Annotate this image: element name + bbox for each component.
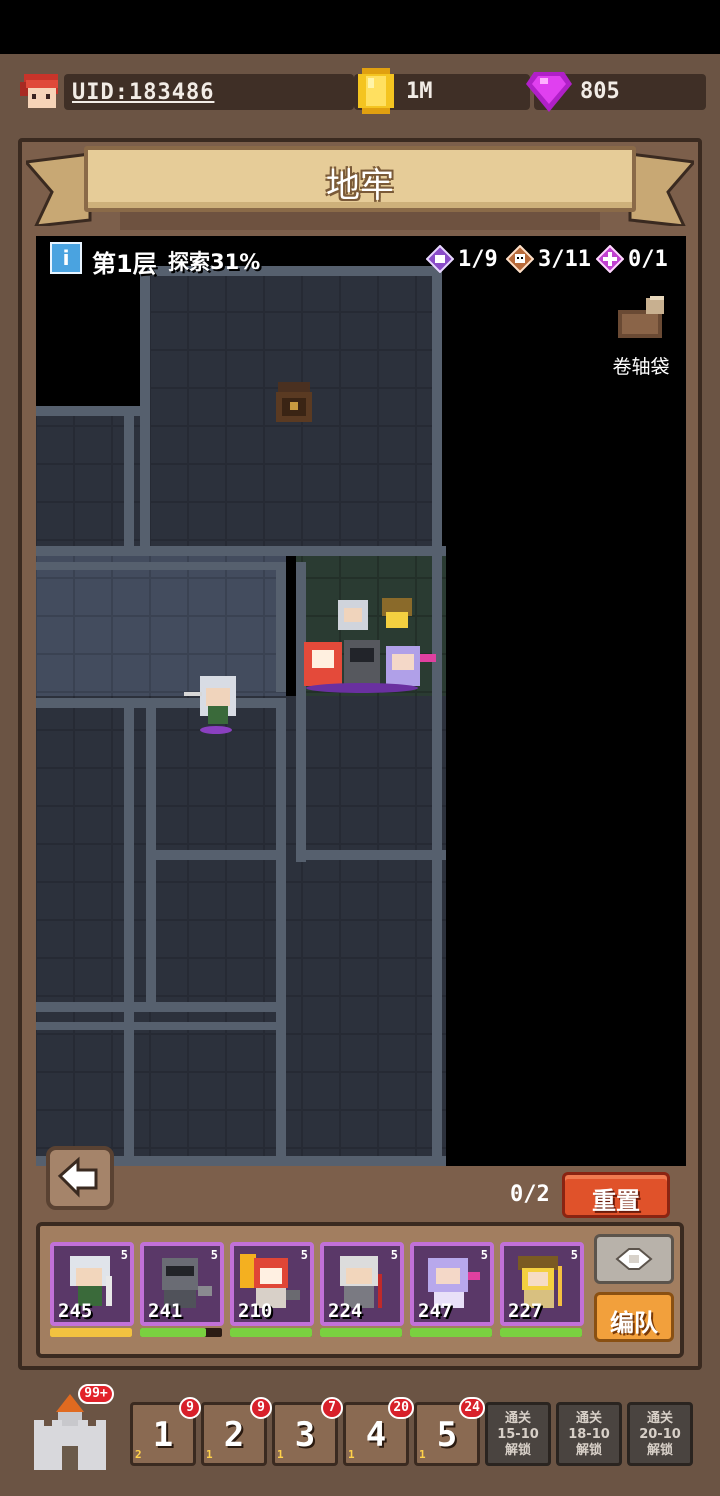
portal-counter-value: 0/1 — [628, 246, 668, 272]
hero-card-6[interactable]: 5 227 — [500, 1242, 584, 1326]
skull-counter-icon — [506, 245, 534, 273]
locked-label: 通关 15-10 解锁 — [497, 1411, 539, 1458]
scroll-bag-icon[interactable] — [612, 292, 672, 342]
hero-card-1[interactable]: 5 245 — [50, 1242, 134, 1326]
floor-chest-count: 1 — [348, 1448, 355, 1461]
floor-badge: 24 — [459, 1397, 485, 1419]
scroll-bag-label[interactable]: 卷轴袋 — [604, 352, 678, 379]
gold-amount: 1M — [406, 79, 433, 104]
dungeon-map[interactable] — [36, 236, 686, 1166]
player-avatar-icon[interactable] — [16, 68, 66, 114]
floor-button-4[interactable]: 4 20 1 — [343, 1397, 414, 1466]
hero-card-3[interactable]: 5 210 — [230, 1242, 314, 1326]
formation-button[interactable]: 编队 — [594, 1292, 674, 1342]
chest-counter-icon — [426, 245, 454, 273]
locked-label: 通关 20-10 解锁 — [639, 1411, 681, 1458]
hero-power: 224 — [328, 1300, 363, 1322]
castle-badge: 99+ — [78, 1384, 114, 1404]
formation-label: 编队 — [610, 1309, 658, 1337]
portal-counter-icon — [596, 245, 624, 273]
hero-power: 210 — [238, 1300, 273, 1322]
skull-counter-value: 3/11 — [538, 246, 591, 272]
floor-number: 3 — [294, 1415, 316, 1455]
chest-counter: 1/9 — [426, 244, 498, 274]
hero-card-5[interactable]: 5 247 — [410, 1242, 494, 1326]
resource-bar: UID:183486 1M 805 — [14, 66, 708, 116]
floor-chest-count: 1 — [206, 1448, 213, 1461]
hero-card-4[interactable]: 5 224 — [320, 1242, 404, 1326]
hero-level: 5 — [570, 1248, 578, 1262]
portal-counter: 0/1 — [596, 244, 668, 274]
floor-number: 1 — [152, 1415, 174, 1455]
locked-label: 通关 18-10 解锁 — [568, 1411, 610, 1458]
hero-hp-bar — [410, 1328, 492, 1337]
hero-level: 5 — [210, 1248, 218, 1262]
floor-chest-count: 1 — [419, 1448, 426, 1461]
hero-power: 245 — [58, 1300, 93, 1322]
floor-number: 4 — [365, 1415, 387, 1455]
back-button[interactable] — [46, 1146, 114, 1210]
explore-progress: 探索31% — [168, 250, 261, 274]
hero-level: 5 — [390, 1248, 398, 1262]
status-bar — [0, 0, 720, 54]
floor-badge: 20 — [388, 1397, 414, 1419]
floor-button-1[interactable]: 1 9 2 — [130, 1397, 201, 1466]
hero-power: 247 — [418, 1300, 453, 1322]
dungeon-tiles[interactable] — [36, 236, 686, 1166]
hero-power: 227 — [508, 1300, 543, 1322]
hero-hp-bar — [140, 1328, 222, 1337]
floor-label: 第1层 — [92, 250, 157, 278]
treasure-chest — [276, 382, 312, 422]
hero-hp-bar — [500, 1328, 582, 1337]
floor-chest-count: 2 — [135, 1448, 142, 1461]
page-title: 地牢 — [326, 166, 394, 206]
skull-counter: 3/11 — [506, 244, 591, 274]
reset-label: 重置 — [592, 1187, 640, 1215]
floor-button-3[interactable]: 3 7 1 — [272, 1397, 343, 1466]
back-arrow-icon — [57, 1156, 98, 1198]
hero-hp-bar — [320, 1328, 402, 1337]
reset-button[interactable]: 重置 — [562, 1172, 670, 1218]
floor-button-5[interactable]: 5 24 1 — [414, 1397, 485, 1466]
handshake-icon — [615, 1248, 653, 1270]
chest-counter-value: 1/9 — [458, 246, 498, 272]
locked-floor-button[interactable]: 通关 18-10 解锁 — [556, 1402, 622, 1466]
gem-amount: 805 — [580, 79, 620, 104]
locked-floor-button[interactable]: 通关 20-10 解锁 — [627, 1402, 693, 1466]
floor-number: 2 — [223, 1415, 245, 1455]
purple-gem-icon — [526, 72, 572, 112]
banner-underbar — [120, 212, 600, 230]
floor-badge: 7 — [321, 1397, 343, 1419]
hero-hp-bar — [50, 1328, 132, 1337]
hero-power: 241 — [148, 1300, 183, 1322]
alliance-button[interactable] — [594, 1234, 674, 1284]
floor-button-2[interactable]: 2 9 1 — [201, 1397, 272, 1466]
hero-hp-bar — [230, 1328, 312, 1337]
progress-count: 0/2 — [510, 1182, 550, 1207]
info-button[interactable]: i — [50, 242, 82, 274]
gold-coin-icon — [358, 68, 394, 114]
floor-chest-count: 1 — [277, 1448, 284, 1461]
floor-badge: 9 — [250, 1397, 272, 1419]
floor-number: 5 — [436, 1415, 458, 1455]
hero-card-2[interactable]: 5 241 — [140, 1242, 224, 1326]
hero-level: 5 — [480, 1248, 488, 1262]
title-banner: 地牢 — [84, 146, 636, 212]
hero-level: 5 — [120, 1248, 128, 1262]
uid-text[interactable]: UID:183486 — [72, 80, 214, 105]
locked-floor-button[interactable]: 通关 15-10 解锁 — [485, 1402, 551, 1466]
floor-badge: 9 — [179, 1397, 201, 1419]
hero-level: 5 — [300, 1248, 308, 1262]
